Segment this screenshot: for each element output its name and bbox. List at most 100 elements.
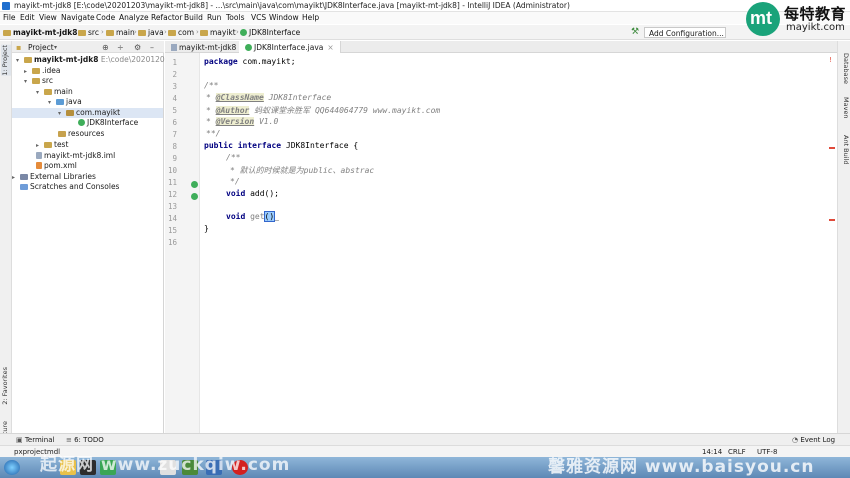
tree-item-jdk8interface[interactable]: JDK8Interface [78, 118, 138, 128]
folder-icon [24, 57, 32, 63]
tree-item-scratches[interactable]: Scratches and Consoles [20, 182, 119, 192]
gear-icon[interactable]: ⚙ [134, 43, 141, 52]
chevron-down-icon[interactable]: ▾ [24, 78, 32, 85]
database-tool-tab[interactable]: Database [840, 53, 850, 84]
chevron-right-icon: › [72, 28, 75, 36]
error-stripe-marker[interactable] [829, 219, 835, 221]
editor-tab-bar: mayikt-mt-jdk8× JDK8Interface.java× [165, 41, 837, 53]
implemented-marker-icon[interactable] [191, 193, 198, 200]
line-number: 7 [172, 130, 177, 139]
menu-build[interactable]: Build [184, 13, 203, 22]
error-stripe-marker[interactable] [829, 147, 835, 149]
menu-run[interactable]: Run [207, 13, 221, 22]
breadcrumb-jdk8interface[interactable]: JDK8Interface [240, 28, 300, 37]
brand-url: mayikt.com [786, 22, 845, 33]
breadcrumb-src[interactable]: src [78, 28, 99, 37]
line-number: 15 [167, 226, 177, 235]
line-number-gutter: 1 2 3 4 5 6 7 8 9 10 11 12 13 14 15 16 [165, 53, 200, 433]
ant-build-tool-tab[interactable]: Ant Build [840, 135, 850, 165]
breadcrumb-com[interactable]: com [168, 28, 194, 37]
menu-view[interactable]: View [39, 13, 57, 22]
breadcrumb-java[interactable]: java [138, 28, 164, 37]
chevron-right-icon: › [236, 28, 239, 36]
terminal-icon: ▣ [16, 436, 25, 444]
event-log-tab[interactable]: ◔ Event Log [792, 436, 835, 444]
brand-name: 每特教育 [784, 5, 847, 23]
line-number: 16 [167, 238, 177, 247]
module-file-icon [36, 152, 42, 159]
breadcrumb-project[interactable]: mayikt-mt-jdk8 [3, 28, 77, 37]
code-line-7: * @Version V1.0 [206, 117, 279, 126]
tree-item-src[interactable]: ▾ src [24, 76, 53, 86]
menu-file[interactable]: File [3, 13, 16, 22]
hammer-icon[interactable]: ⚒ [631, 27, 639, 37]
line-number: 3 [172, 82, 177, 91]
close-icon[interactable]: × [327, 43, 333, 52]
chevron-down-icon[interactable]: ▾ [48, 99, 56, 106]
tree-item-idea[interactable]: ▸ .idea [24, 66, 60, 76]
chevron-right-icon[interactable]: ▸ [36, 142, 44, 149]
line-number: 4 [172, 94, 177, 103]
hide-panel-icon[interactable]: – [150, 43, 154, 52]
chevron-down-icon[interactable]: ▾ [36, 89, 44, 96]
implemented-marker-icon[interactable] [191, 181, 198, 188]
tree-item-external-libraries[interactable]: ▸ External Libraries [12, 172, 96, 182]
project-tool-tab[interactable]: 1: Project [1, 45, 11, 76]
code-line-15: } [204, 224, 209, 233]
folder-icon [78, 30, 86, 36]
menu-navigate[interactable]: Navigate [61, 13, 95, 22]
breadcrumb-mayikt[interactable]: mayikt [200, 28, 236, 37]
tree-item-java[interactable]: ▾ java [48, 97, 82, 107]
window-title-bar: mayikt-mt-jdk8 [E:\code\20201203\mayikt-… [0, 0, 850, 12]
chevron-down-icon[interactable]: ▾ [16, 57, 24, 64]
code-line-13: void add(); [226, 189, 279, 198]
favorites-tool-tab[interactable]: 2: Favorites [1, 367, 11, 405]
line-number: 1 [172, 58, 177, 67]
menu-vcs[interactable]: VCS [251, 13, 266, 22]
start-button-icon[interactable] [4, 460, 20, 475]
chevron-down-icon[interactable]: ▾ [58, 110, 66, 117]
maven-tool-tab[interactable]: Maven [840, 97, 850, 119]
menu-refactor[interactable]: Refactor [151, 13, 182, 22]
folder-icon [200, 30, 208, 36]
tree-item-label: resources [68, 129, 105, 138]
locate-icon[interactable]: ⊕ [102, 43, 109, 52]
tree-item-test[interactable]: ▸ test [36, 140, 68, 150]
breadcrumb-main[interactable]: main [106, 28, 135, 37]
add-configuration-button[interactable]: Add Configuration... [644, 27, 726, 38]
tree-item-label: Scratches and Consoles [30, 182, 120, 191]
tree-item-label: External Libraries [30, 172, 96, 181]
watermark-left: 起源网 www.zuckqiw.com [40, 455, 291, 475]
menu-analyze[interactable]: Analyze [119, 13, 149, 22]
terminal-tool-tab[interactable]: ▣ Terminal [16, 436, 54, 444]
line-number: 2 [172, 70, 177, 79]
project-panel-title[interactable]: Project [28, 43, 54, 52]
menu-edit[interactable]: Edit [20, 13, 35, 22]
code-editor[interactable]: package com.mayikt; /** * @ClassName JDK… [200, 53, 830, 433]
tree-item-main[interactable]: ▾ main [36, 87, 73, 97]
menu-tools[interactable]: Tools [226, 13, 244, 22]
error-indicator-icon[interactable]: ! [829, 56, 832, 64]
tree-item-resources[interactable]: resources [58, 129, 104, 139]
tree-item-label: com.mayikt [76, 108, 121, 117]
chevron-right-icon: › [164, 28, 167, 36]
tree-item-com-mayikt[interactable]: ▾ com.mayikt [12, 108, 163, 118]
tab-jdk8interface[interactable]: JDK8Interface.java × [239, 41, 341, 53]
brand-logo: mt 每特教育 mayikt.com [742, 0, 850, 40]
menu-code[interactable]: Code [96, 13, 115, 22]
menu-help[interactable]: Help [302, 13, 319, 22]
collapse-all-icon[interactable]: ÷ [117, 43, 124, 52]
tree-item-label: main [54, 87, 73, 96]
tree-item-pom[interactable]: pom.xml [36, 161, 77, 171]
tree-item-project-root[interactable]: ▾ mayikt-mt-jdk8 E:\code\20201203\ma [16, 55, 184, 65]
chevron-down-icon[interactable]: ▾ [54, 44, 57, 51]
tree-item-iml[interactable]: mayikt-mt-jdk8.iml [36, 151, 115, 161]
menu-window[interactable]: Window [269, 13, 299, 22]
watermark-right: 馨雅资源网 www.baisyou.cn [548, 457, 815, 477]
scratches-icon [20, 184, 28, 190]
code-line-14: void get()_ [226, 211, 279, 222]
todo-tool-tab[interactable]: ≡ 6: TODO [66, 436, 104, 444]
chevron-right-icon[interactable]: ▸ [12, 174, 20, 181]
window-title: mayikt-mt-jdk8 [E:\code\20201203\mayikt-… [14, 1, 570, 10]
chevron-right-icon[interactable]: ▸ [24, 68, 32, 75]
